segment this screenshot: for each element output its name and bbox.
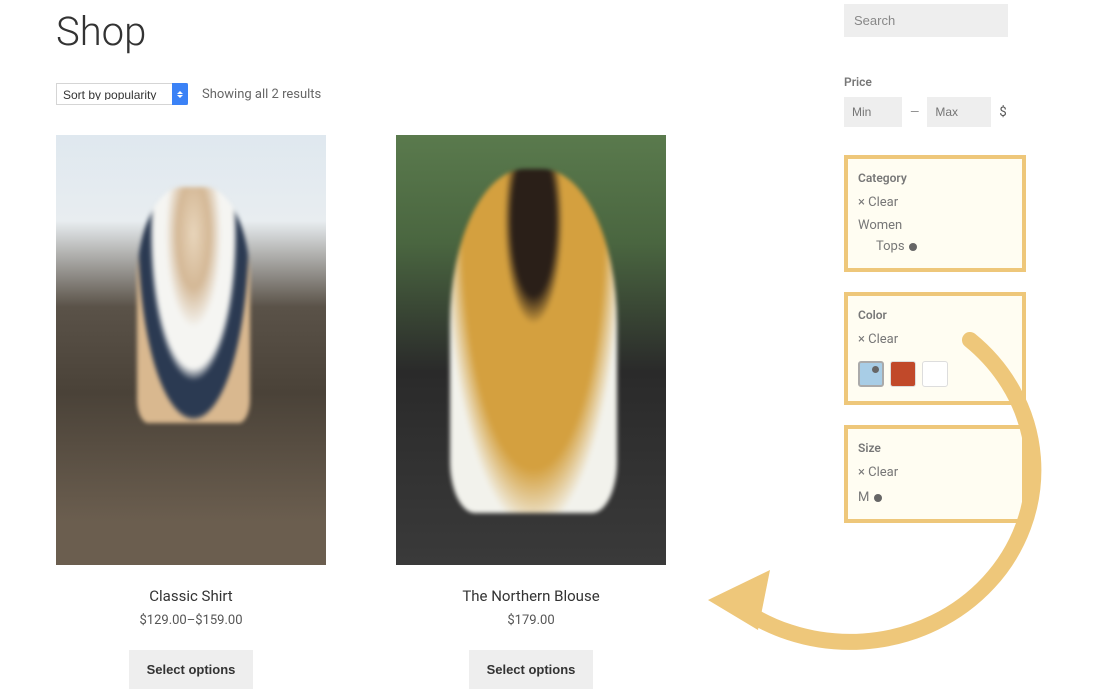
select-options-button[interactable]: Select options xyxy=(469,650,594,689)
selected-dot-icon xyxy=(874,494,882,502)
color-filter-title: Color xyxy=(858,308,1012,322)
result-count: Showing all 2 results xyxy=(202,87,321,102)
color-swatches xyxy=(858,361,1012,387)
selected-dot-icon xyxy=(872,366,879,373)
price-dash: — xyxy=(910,105,919,119)
search-input[interactable] xyxy=(844,4,1008,37)
product-card[interactable]: Classic Shirt $129.00–$159.00 Select opt… xyxy=(56,135,326,689)
swatch-rust[interactable] xyxy=(890,361,916,387)
price-filter-row: — $ xyxy=(844,97,1044,127)
swatch-light-blue[interactable] xyxy=(858,361,884,387)
category-filter-title: Category xyxy=(858,171,1012,185)
color-clear-link[interactable]: × Clear xyxy=(858,332,898,347)
page-title: Shop xyxy=(56,8,804,55)
category-subitem-label: Tops xyxy=(876,239,905,254)
sidebar: Price — $ Category × Clear Women Tops Co… xyxy=(844,0,1044,689)
category-item-women[interactable]: Women xyxy=(858,216,1012,235)
product-title: Classic Shirt xyxy=(149,587,232,605)
size-label: M xyxy=(858,490,869,505)
product-price: $129.00–$159.00 xyxy=(139,613,242,628)
selected-dot-icon xyxy=(909,243,917,251)
main-content: Shop Sort by popularity Showing all 2 re… xyxy=(56,0,844,689)
size-clear-link[interactable]: × Clear xyxy=(858,465,898,480)
price-min-input[interactable] xyxy=(844,97,902,127)
product-title: The Northern Blouse xyxy=(462,587,599,605)
product-price: $179.00 xyxy=(507,613,554,628)
size-item-m[interactable]: M xyxy=(858,490,1012,505)
swatch-white[interactable] xyxy=(922,361,948,387)
product-image[interactable] xyxy=(56,135,326,565)
size-filter-title: Size xyxy=(858,441,1012,455)
product-image[interactable] xyxy=(396,135,666,565)
product-grid: Classic Shirt $129.00–$159.00 Select opt… xyxy=(56,135,804,689)
size-filter-box: Size × Clear M xyxy=(844,425,1026,523)
category-filter-box: Category × Clear Women Tops xyxy=(844,155,1026,272)
price-max-input[interactable] xyxy=(927,97,991,127)
product-card[interactable]: The Northern Blouse $179.00 Select optio… xyxy=(396,135,666,689)
shop-toolbar: Sort by popularity Showing all 2 results xyxy=(56,83,804,105)
color-filter-box: Color × Clear xyxy=(844,292,1026,405)
sort-select-wrap: Sort by popularity xyxy=(56,83,188,105)
category-clear-link[interactable]: × Clear xyxy=(858,195,898,210)
sort-select[interactable]: Sort by popularity xyxy=(56,83,188,105)
select-options-button[interactable]: Select options xyxy=(129,650,254,689)
currency-label: $ xyxy=(999,105,1006,120)
category-subitem-tops[interactable]: Tops xyxy=(858,235,1012,254)
price-filter-label: Price xyxy=(844,75,1044,89)
